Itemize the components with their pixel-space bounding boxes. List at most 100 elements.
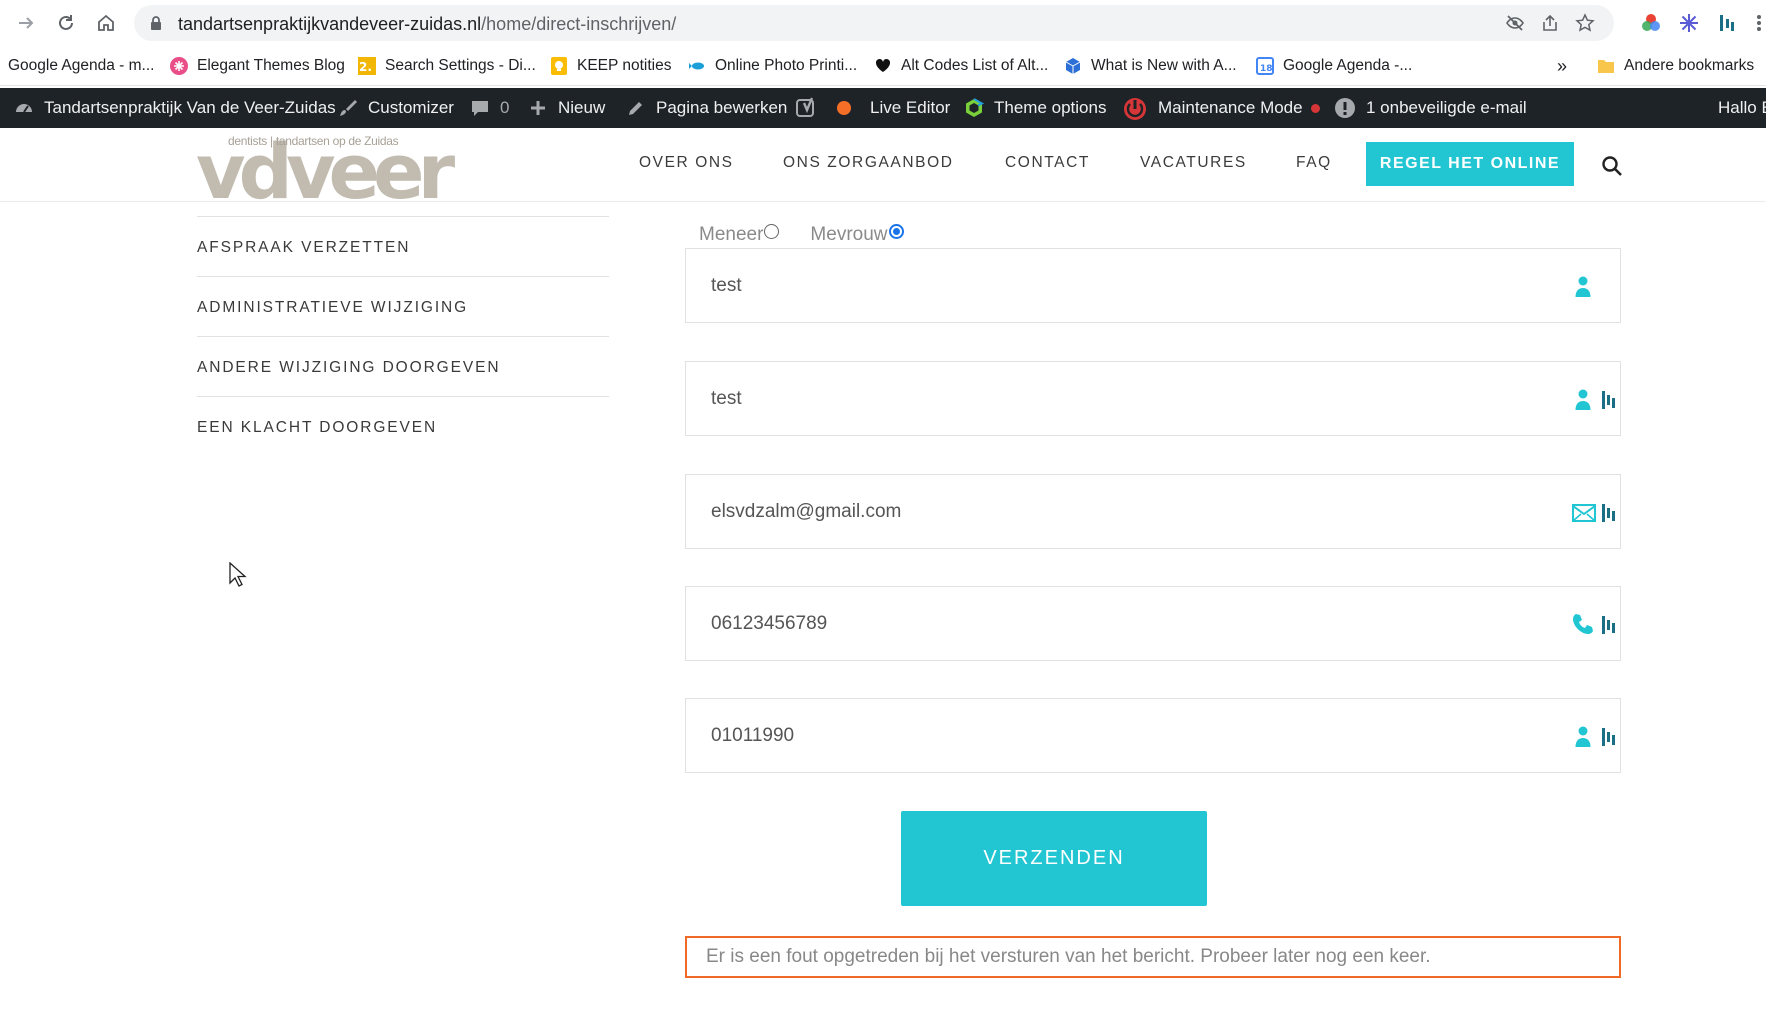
email-field[interactable]: elsvdzalm@gmail.com [685, 474, 1621, 549]
admin-maintenance-mode[interactable]: Maintenance Mode [1122, 88, 1320, 128]
admin-new-label: Nieuw [558, 98, 606, 117]
admin-customizer[interactable]: Customizer [338, 88, 454, 128]
birthdate-value: 01011990 [711, 725, 795, 746]
phone-value: 06123456789 [711, 613, 828, 634]
bookmark-label: What is New with A... [1091, 57, 1237, 74]
admin-new[interactable]: Nieuw [528, 88, 605, 128]
cube-icon [1064, 57, 1082, 75]
bookmark-search-settings[interactable]: 2. Search Settings - Di... [358, 46, 536, 86]
nav-vacatures[interactable]: VACATURES [1140, 154, 1247, 172]
bookmark-label: Google Agenda - m... [8, 57, 155, 74]
password-manager-icon[interactable] [1602, 390, 1616, 410]
admin-comments[interactable]: 0 [470, 88, 509, 128]
password-manager-icon[interactable] [1602, 503, 1616, 523]
bookmarks-bar: Google Agenda - m... Elegant Themes Blog… [0, 46, 1766, 86]
url-text[interactable]: tandartsenpraktijkvandeveer-zuidas.nl/ho… [178, 14, 676, 35]
bookmark-alt-codes[interactable]: Alt Codes List of Alt... [874, 46, 1048, 86]
nav-over-ons[interactable]: OVER ONS [639, 154, 734, 172]
snowflake-extension-icon[interactable] [1678, 12, 1700, 34]
admin-maintenance-label: Maintenance Mode [1158, 98, 1303, 117]
last-name-field[interactable]: test [685, 361, 1621, 436]
admin-site-name[interactable]: Tandartsenpraktijk Van de Veer-Zuidas [14, 88, 336, 128]
envelope-icon [1572, 503, 1596, 527]
bookmark-other-folder[interactable]: Andere bookmarks [1597, 46, 1754, 86]
eye-off-icon[interactable] [1505, 13, 1525, 33]
site-logo[interactable]: vdveer dentists | tandartsen op de Zuida… [196, 132, 455, 212]
star-icon[interactable] [1575, 13, 1595, 33]
seo-status-dot-icon[interactable] [836, 88, 852, 128]
sidebar-divider [197, 216, 609, 217]
birthdate-field[interactable]: 01011990 [685, 698, 1621, 773]
home-icon[interactable] [94, 11, 118, 35]
form-error-message: Er is een fout opgetreden bij het verstu… [685, 936, 1621, 978]
radio-mevrouw[interactable] [888, 224, 904, 240]
bookmark-label: Online Photo Printi... [715, 57, 858, 74]
logo-tagline: dentists | tandartsen op de Zuidas [228, 134, 399, 148]
bookmark-google-agenda[interactable]: Google Agenda - m... [8, 46, 154, 86]
lock-icon[interactable] [148, 15, 164, 31]
verzenden-submit-button[interactable]: VERZENDEN [901, 811, 1207, 906]
email-value: elsvdzalm@gmail.com [711, 501, 902, 522]
share-icon[interactable] [1540, 13, 1560, 33]
bookmark-elegant-themes[interactable]: Elegant Themes Blog [170, 46, 345, 86]
phone-field[interactable]: 06123456789 [685, 586, 1621, 661]
brush-icon [338, 98, 358, 118]
radio-label: Mevrouw [810, 224, 888, 245]
password-manager-icon[interactable] [1602, 727, 1616, 747]
sidebar-item-klacht-doorgeven[interactable]: EEN KLACHT DOORGEVEN [197, 419, 437, 437]
nav-contact[interactable]: CONTACT [1005, 154, 1090, 172]
dashboard-gauge-icon [14, 98, 34, 118]
heart-icon [874, 57, 892, 75]
keep-bulb-icon [550, 57, 568, 75]
bookmark-photo-printing[interactable]: Online Photo Printi... [688, 46, 857, 86]
password-manager-icon[interactable] [1602, 615, 1616, 635]
bookmarks-overflow-button[interactable]: » [1557, 46, 1567, 86]
admin-account[interactable]: Hallo E [1718, 88, 1766, 128]
sidebar-item-andere-wijziging[interactable]: ANDERE WIJZIGING DOORGEVEN [197, 359, 500, 377]
reload-icon[interactable] [54, 11, 78, 35]
color-picker-extension-icon[interactable] [1640, 12, 1662, 34]
sidebar-divider [197, 276, 609, 277]
calendar-icon: 18 [1256, 57, 1274, 75]
wp-admin-bar: Tandartsenpraktijk Van de Veer-Zuidas Cu… [0, 88, 1766, 128]
search-settings-icon: 2. [358, 57, 376, 75]
admin-live-editor[interactable]: Live Editor [870, 88, 950, 128]
address-bar[interactable]: tandartsenpraktijkvandeveer-zuidas.nl/ho… [134, 5, 1614, 41]
bookmark-label: Andere bookmarks [1624, 57, 1755, 74]
nav-ons-zorgaanbod[interactable]: ONS ZORGAANBOD [783, 154, 954, 172]
fish-icon [688, 57, 706, 75]
hexagon-icon [964, 98, 984, 118]
admin-edit-page[interactable]: Pagina bewerken [626, 88, 787, 128]
forward-icon[interactable] [14, 11, 38, 35]
nav-faq[interactable]: FAQ [1296, 154, 1332, 172]
plus-icon [528, 98, 548, 118]
warning-icon [1334, 98, 1356, 118]
bookmark-google-agenda-2[interactable]: 18 Google Agenda -... [1256, 46, 1412, 86]
regel-het-online-button[interactable]: REGEL HET ONLINE [1366, 142, 1574, 186]
radio-option-meneer[interactable]: Meneer [699, 224, 780, 246]
bookmark-what-is-new[interactable]: What is New with A... [1064, 46, 1237, 86]
sidebar-item-afspraak-verzetten[interactable]: AFSPRAAK VERZETTEN [197, 239, 410, 257]
bookmark-keep[interactable]: KEEP notities [550, 46, 672, 86]
sidebar-item-administratieve-wijziging[interactable]: ADMINISTRATIEVE WIJZIGING [197, 299, 468, 317]
person-icon [1572, 725, 1594, 749]
person-icon [1572, 388, 1594, 412]
folder-icon [1597, 57, 1615, 75]
site-header: vdveer dentists | tandartsen op de Zuida… [0, 128, 1766, 212]
elegant-themes-icon [170, 57, 188, 75]
yoast-seo-icon[interactable] [796, 88, 818, 128]
bookmark-label: Search Settings - Di... [385, 57, 536, 74]
comments-count: 0 [500, 98, 510, 117]
admin-unsafe-email-label: 1 onbeveiligde e-mail [1366, 98, 1527, 117]
admin-unsafe-email[interactable]: 1 onbeveiligde e-mail [1334, 88, 1527, 128]
password-manager-extension-icon[interactable] [1716, 12, 1738, 34]
admin-site-name-label: Tandartsenpraktijk Van de Veer-Zuidas [44, 98, 336, 117]
admin-theme-options[interactable]: Theme options [964, 88, 1106, 128]
admin-greeting-label: Hallo E [1718, 98, 1766, 117]
menu-dots-icon[interactable] [1748, 12, 1766, 34]
radio-meneer[interactable] [764, 224, 780, 240]
power-icon [1122, 98, 1148, 120]
search-icon[interactable] [1601, 155, 1623, 177]
first-name-field[interactable]: test [685, 248, 1621, 323]
radio-option-mevrouw[interactable]: Mevrouw [810, 224, 904, 246]
